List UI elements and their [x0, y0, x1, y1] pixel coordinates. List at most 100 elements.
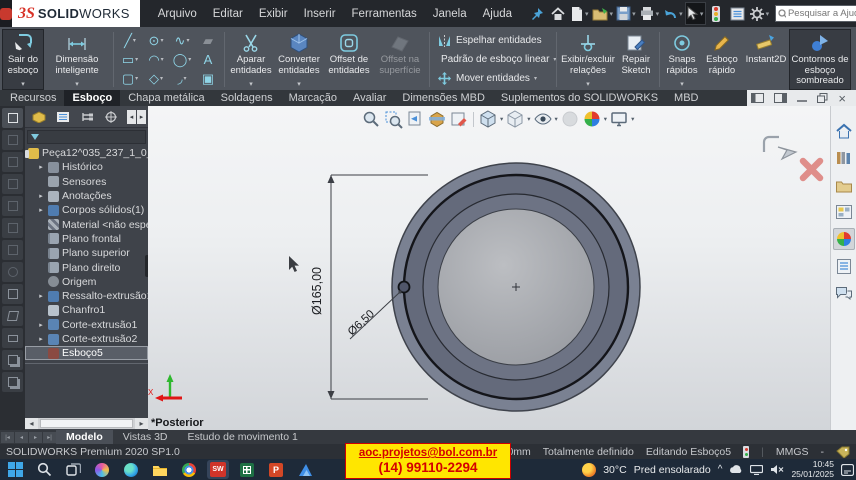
scroll-right-icon[interactable]: ▸ — [135, 418, 148, 429]
temperature-label[interactable]: 30°C — [603, 464, 626, 476]
tab-avaliar[interactable]: Avaliar — [345, 90, 394, 106]
search-input[interactable] — [788, 8, 856, 19]
solidworks-taskbar-icon[interactable]: SW — [207, 460, 229, 479]
dropdown-caret-icon[interactable]: ▾ — [680, 81, 684, 90]
dropdown-caret-icon[interactable]: ▾ — [188, 56, 191, 63]
apply-scene-icon[interactable] — [582, 109, 602, 129]
tree-item-corpos-solidos[interactable]: ▸Corpos sólidos(1) — [25, 203, 148, 217]
display-tray-icon[interactable] — [750, 465, 763, 475]
circle-tool-button[interactable]: ⊙▾ — [143, 32, 169, 50]
dropdown-caret-icon[interactable]: ▾ — [135, 75, 138, 82]
quick-sketch-button[interactable]: Esboço rápido — [701, 29, 743, 90]
appearances-scenes-icon[interactable] — [833, 228, 855, 250]
save-button[interactable]: ▾ — [615, 2, 638, 25]
taskbar-file-explorer-icon[interactable] — [149, 460, 171, 479]
dynamic-annotation-views-icon[interactable] — [449, 109, 469, 129]
tree-item-plano-frontal[interactable]: Plano frontal — [25, 232, 148, 246]
ad-banner[interactable]: aoc.projetos@bol.com.br (14) 99110-2294 — [345, 443, 511, 479]
dropdown-caret-icon[interactable]: ▾ — [135, 56, 138, 63]
part-model[interactable] — [392, 163, 640, 411]
expand-arrow-icon[interactable]: ▸ — [37, 335, 45, 343]
expand-arrow-icon[interactable]: ▸ — [37, 292, 45, 300]
offset-entities-button[interactable]: Offset de entidades — [324, 29, 374, 90]
previous-view-icon[interactable] — [405, 109, 425, 129]
tree-item-origem[interactable]: Origem — [25, 275, 148, 289]
dropdown-caret-icon[interactable]: ▾ — [297, 81, 301, 90]
feature-tree-tab[interactable] — [27, 108, 50, 126]
tree-item-historico[interactable]: ▸Histórico — [25, 160, 148, 174]
dropdown-caret-icon[interactable]: ▾ — [678, 10, 684, 18]
tree-item-sensores[interactable]: Sensores — [25, 175, 148, 189]
shaded-sketch-contours-button[interactable]: Contornos de esboço sombreado — [789, 29, 851, 90]
view-palette-icon[interactable] — [833, 201, 855, 223]
dropdown-caret-icon[interactable]: ▾ — [527, 115, 530, 123]
doc-close-button[interactable]: × — [838, 91, 846, 106]
tab-dimensoes-mbd[interactable]: Dimensões MBD — [394, 90, 493, 106]
design-library-icon[interactable] — [833, 147, 855, 169]
select-tool-button[interactable]: ▾ — [685, 2, 706, 25]
next-tab-icon[interactable]: ▸ — [29, 432, 42, 443]
chrome-icon[interactable] — [178, 460, 200, 479]
menu-editar[interactable]: Editar — [205, 6, 251, 22]
dropdown-caret-icon[interactable]: ▾ — [604, 115, 607, 123]
dropdown-caret-icon[interactable]: ▾ — [586, 81, 590, 90]
tab-estudo-movimento[interactable]: Estudo de movimento 1 — [178, 430, 308, 444]
taskbar-clock[interactable]: 10:45 25/01/2025 — [791, 460, 834, 479]
volume-muted-icon[interactable] — [770, 464, 784, 475]
pane-right-icon[interactable] — [774, 93, 787, 103]
repair-sketch-button[interactable]: Repair Sketch — [616, 29, 656, 90]
tree-item-corte-extrusao2[interactable]: ▸Corte-extrusão2 — [25, 332, 148, 346]
forum-icon[interactable] — [833, 282, 855, 304]
tree-item-material[interactable]: Material <não especificad — [25, 217, 148, 231]
taskbar-search-button[interactable] — [33, 460, 55, 479]
exit-sketch-button[interactable]: Sair do esboço ▾ — [2, 29, 44, 90]
dropdown-caret-icon[interactable]: ▾ — [655, 10, 661, 18]
graphics-viewport[interactable]: Ø165,00 Ø6,50 X ▾ ▾ ▾ ▾ ▾ *Posterior — [148, 106, 830, 430]
dropdown-caret-icon[interactable]: ▾ — [500, 115, 503, 123]
configuration-manager-tab[interactable] — [75, 108, 98, 126]
doc-minimize-button[interactable] — [797, 94, 807, 103]
dropdown-caret-icon[interactable]: ▾ — [21, 81, 25, 90]
pin-icon[interactable] — [526, 2, 547, 25]
scroll-left-icon[interactable]: ◂ — [25, 418, 38, 429]
home-button[interactable] — [547, 2, 568, 25]
smart-dimension-button[interactable]: Dimensão inteligente ▾ — [44, 29, 110, 90]
help-search-box[interactable]: ▾ — [775, 5, 856, 22]
print-button[interactable]: ▾ — [638, 2, 662, 25]
linear-sketch-pattern-button[interactable]: Padrão de esboço linear▾ — [437, 51, 549, 68]
layer-properties-icon[interactable] — [2, 350, 23, 370]
right-view-icon[interactable] — [2, 196, 23, 216]
confirmation-corner-accept-icon[interactable] — [760, 134, 802, 166]
text-tool-button[interactable]: A — [195, 51, 221, 69]
new-document-button[interactable]: ▾ — [568, 2, 591, 25]
dropdown-caret-icon[interactable]: ▾ — [133, 37, 136, 44]
photos-icon[interactable] — [294, 460, 316, 479]
file-properties-button[interactable] — [727, 2, 748, 25]
menu-ajuda[interactable]: Ajuda — [475, 6, 520, 22]
bottom-view-icon[interactable] — [2, 240, 23, 260]
ellipse-tool-button[interactable]: ◯▾ — [169, 51, 195, 69]
dropdown-caret-icon[interactable]: ▾ — [631, 10, 637, 18]
dimension-text-hole[interactable]: Ø6,50 — [346, 308, 377, 338]
menu-ferramentas[interactable]: Ferramentas — [344, 6, 425, 22]
menu-inserir[interactable]: Inserir — [296, 6, 344, 22]
dropdown-caret-icon[interactable]: ▾ — [631, 115, 634, 123]
tab-marcacao[interactable]: Marcação — [281, 90, 345, 106]
open-button[interactable]: ▾ — [591, 2, 616, 25]
options-gear-button[interactable]: ▾ — [748, 2, 772, 25]
pane-left-icon[interactable] — [751, 93, 764, 103]
mirror-entities-button[interactable]: Espelhar entidades — [437, 32, 549, 49]
display-delete-relations-button[interactable]: Exibir/excluir relações ▾ — [560, 29, 616, 90]
scroll-left-icon[interactable]: ◂ — [127, 110, 136, 124]
menu-janela[interactable]: Janela — [425, 6, 475, 22]
spline-tool-button[interactable]: ∿▾ — [169, 32, 195, 50]
instant2d-button[interactable]: Instant2D — [743, 29, 789, 90]
scroll-right-icon[interactable]: ▸ — [137, 110, 146, 124]
tag-icon[interactable] — [836, 446, 850, 458]
rotate-view-icon[interactable] — [2, 262, 23, 282]
tab-esboco[interactable]: Esboço — [64, 90, 120, 106]
dimxpert-manager-tab[interactable] — [99, 108, 122, 126]
tree-item-anotacoes[interactable]: ▸Anotações — [25, 189, 148, 203]
dropdown-caret-icon[interactable]: ▾ — [75, 81, 79, 90]
move-entities-button[interactable]: Mover entidades▾ — [437, 70, 549, 87]
